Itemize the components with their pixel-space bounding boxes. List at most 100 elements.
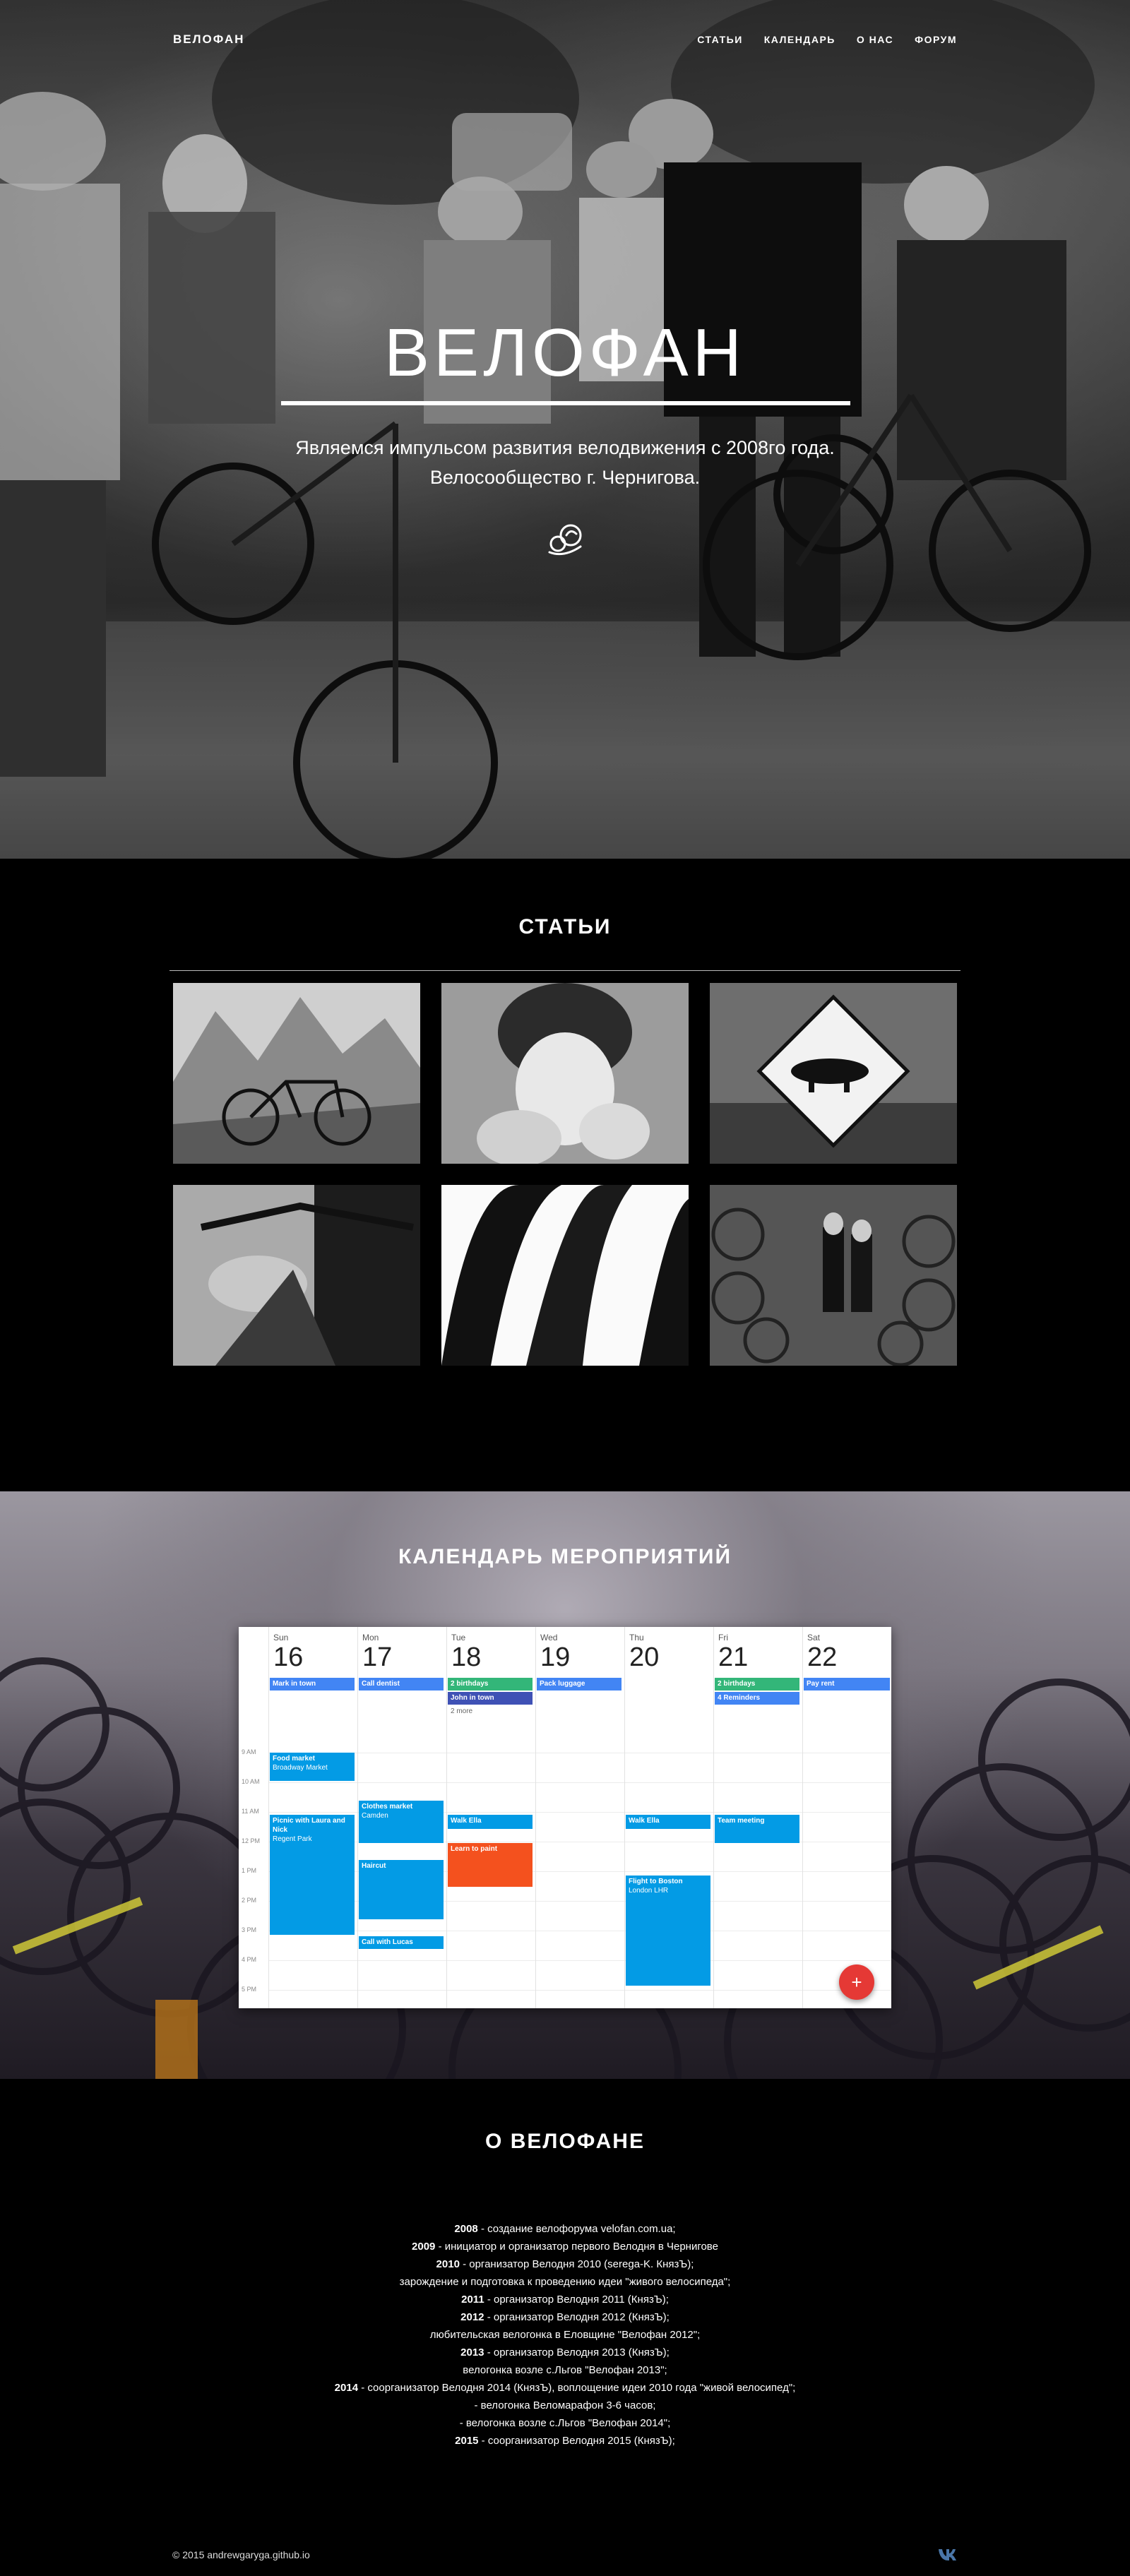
event-chip[interactable]: 4 Reminders (715, 1692, 799, 1705)
event-food-market[interactable]: Food market Broadway Market (270, 1753, 355, 1781)
event-location: Camden (362, 1812, 388, 1820)
footer-copyright: © 2015 andrewgaryga.github.io (172, 2549, 310, 2560)
day-name: Sun (273, 1633, 289, 1642)
day-name: Wed (540, 1633, 558, 1642)
hero-title: ВЕЛОФАН (384, 315, 746, 390)
time-label: 12 PM (242, 1837, 261, 1844)
event-chip[interactable]: Mark in town (270, 1678, 355, 1690)
article-tile-road-sign[interactable] (710, 983, 957, 1164)
about-title: О ВЕЛОФАНЕ (485, 2130, 645, 2153)
more-events-link[interactable]: 2 more (451, 1707, 472, 1715)
timeline-line: 2011 - организатор Велодня 2011 (КнязЪ); (461, 2294, 669, 2306)
article-tile-child-helmet[interactable] (441, 983, 689, 1164)
articles-section: СТАТЬИ (0, 859, 1130, 1491)
event-flight-boston[interactable]: Flight to Boston London LHR (626, 1876, 710, 1986)
article-tile-tires[interactable] (441, 1185, 689, 1366)
top-navbar: ВЕЛОФАН СТАТЬИ КАЛЕНДАРЬ О НАС ФОРУМ (173, 31, 957, 48)
event-clothes-market[interactable]: Clothes market Camden (359, 1801, 444, 1843)
nav-item-calendar[interactable]: КАЛЕНДАРЬ (764, 34, 835, 45)
event-chip[interactable]: Call dentist (359, 1678, 444, 1690)
hero-subtitle-line1: Являемся импульсом развития велодвижения… (295, 437, 835, 458)
day-number: 19 (540, 1642, 571, 1672)
timeline-line: 2013 - организатор Велодня 2013 (КнязЪ); (460, 2347, 670, 2359)
calendar-widget: 9 AM 10 AM 11 AM 12 PM 1 PM 2 PM 3 PM 4 … (239, 1627, 891, 2008)
nav-item-forum[interactable]: ФОРУМ (915, 34, 957, 45)
history-timeline: 2008 - создание велофорума velofan.com.u… (0, 2220, 1130, 2450)
time-label: 11 AM (242, 1808, 259, 1815)
article-tile-bike-parking[interactable] (710, 1185, 957, 1366)
article-tile-cyclist-closeup[interactable] (173, 1185, 420, 1366)
timeline-line: любительская велогонка в Еловщине "Велоф… (429, 2329, 701, 2341)
event-chip[interactable]: Pay rent (804, 1678, 890, 1690)
event-chip[interactable]: 2 birthdays (448, 1678, 533, 1690)
add-event-button[interactable]: + (839, 1964, 874, 2000)
road-sign-photo (710, 983, 957, 1164)
event-location: Broadway Market (273, 1764, 328, 1772)
event-team-meeting[interactable]: Team meeting (715, 1815, 799, 1843)
event-call-lucas[interactable]: Call with Lucas (359, 1936, 444, 1949)
cyclist-closeup-photo (173, 1185, 420, 1366)
child-helmet-photo (441, 983, 689, 1164)
vk-icon[interactable] (938, 2548, 958, 2560)
calendar-title: КАЛЕНДАРЬ МЕРОПРИЯТИЙ (398, 1545, 732, 1568)
event-title: Clothes market (362, 1803, 413, 1811)
timeline-line: зарождение и подготовка к проведению иде… (399, 2276, 731, 2288)
event-chip[interactable]: Pack luggage (537, 1678, 622, 1690)
timeline-line: 2015 - соорганизатор Велодня 2015 (КнязЪ… (455, 2435, 675, 2447)
article-tile-mountain-bike[interactable] (173, 983, 420, 1164)
day-number: 20 (629, 1642, 660, 1672)
time-label: 2 PM (242, 1897, 257, 1904)
day-name: Thu (629, 1633, 644, 1642)
day-number: 22 (807, 1642, 838, 1672)
event-chip[interactable]: John in town (448, 1692, 533, 1705)
articles-title: СТАТЬИ (518, 915, 612, 938)
timeline-line: 2009 - инициатор и организатор первого В… (412, 2241, 718, 2253)
about-section: О ВЕЛОФАНЕ 2008 - создание велофорума ve… (0, 2079, 1130, 2576)
day-name: Tue (451, 1633, 466, 1642)
articles-divider (170, 970, 961, 971)
day-name: Fri (718, 1633, 728, 1642)
day-name: Mon (362, 1633, 379, 1642)
day-number: 21 (718, 1642, 749, 1672)
nav-item-about[interactable]: О НАС (857, 34, 893, 45)
day-number: 17 (362, 1642, 393, 1672)
mountain-bike-photo (173, 983, 420, 1164)
timeline-line: 2010 - организатор Велодня 2010 (serega-… (436, 2258, 694, 2270)
timeline-line: 2012 - организатор Велодня 2012 (КнязЪ); (460, 2311, 670, 2323)
time-label: 5 PM (242, 1986, 257, 1993)
timeline-line: 2008 - создание велофорума velofan.com.u… (454, 2223, 676, 2235)
event-location: Regent Park (273, 1835, 312, 1843)
event-walk-ella[interactable]: Walk Ella (448, 1815, 533, 1829)
hero-section: ВЕЛОФАН СТАТЬИ КАЛЕНДАРЬ О НАС ФОРУМ ВЕЛ… (0, 0, 1130, 859)
hero-subtitle-line2: Велосообщество г. Чернигова. (429, 467, 701, 488)
timeline-line: 2014 - соорганизатор Велодня 2014 (КнязЪ… (334, 2382, 796, 2394)
time-label: 9 AM (242, 1748, 256, 1755)
day-name: Sat (807, 1633, 821, 1642)
calendar-section: КАЛЕНДАРЬ МЕРОПРИЯТИЙ 9 AM 10 AM 11 AM 1… (0, 1491, 1130, 2079)
brand-link[interactable]: ВЕЛОФАН (173, 32, 244, 47)
time-label: 10 AM (242, 1778, 260, 1785)
timeline-line: велогонка возле с.Льгов "Велофан 2013"; (463, 2364, 667, 2376)
hero-photo (0, 0, 1130, 859)
day-number: 16 (273, 1642, 304, 1672)
bike-parking-photo (710, 1185, 957, 1366)
main-nav: СТАТЬИ КАЛЕНДАРЬ О НАС ФОРУМ (697, 34, 957, 45)
time-label: 3 PM (242, 1926, 257, 1933)
timeline-line: - велогонка Веломарафон 3-6 часов; (474, 2399, 656, 2411)
event-picnic[interactable]: Picnic with Laura and Nick Regent Park (270, 1815, 355, 1935)
day-number: 18 (451, 1642, 482, 1672)
tires-photo (441, 1185, 689, 1366)
time-label: 1 PM (242, 1867, 257, 1874)
event-location: London LHR (629, 1887, 669, 1895)
event-chip[interactable]: 2 birthdays (715, 1678, 799, 1690)
hero-divider (281, 401, 850, 405)
event-learn-to-paint[interactable]: Learn to paint (448, 1843, 533, 1887)
event-title: Food market (273, 1755, 316, 1763)
nav-item-articles[interactable]: СТАТЬИ (697, 34, 743, 45)
bike-logo-icon (548, 524, 582, 556)
time-label: 4 PM (242, 1956, 257, 1963)
timeline-line: - велогонка возле с.Льгов "Велофан 2014"… (459, 2417, 671, 2429)
event-title: Flight to Boston (629, 1878, 683, 1885)
event-walk-ella[interactable]: Walk Ella (626, 1815, 710, 1829)
event-haircut[interactable]: Haircut (359, 1860, 444, 1919)
